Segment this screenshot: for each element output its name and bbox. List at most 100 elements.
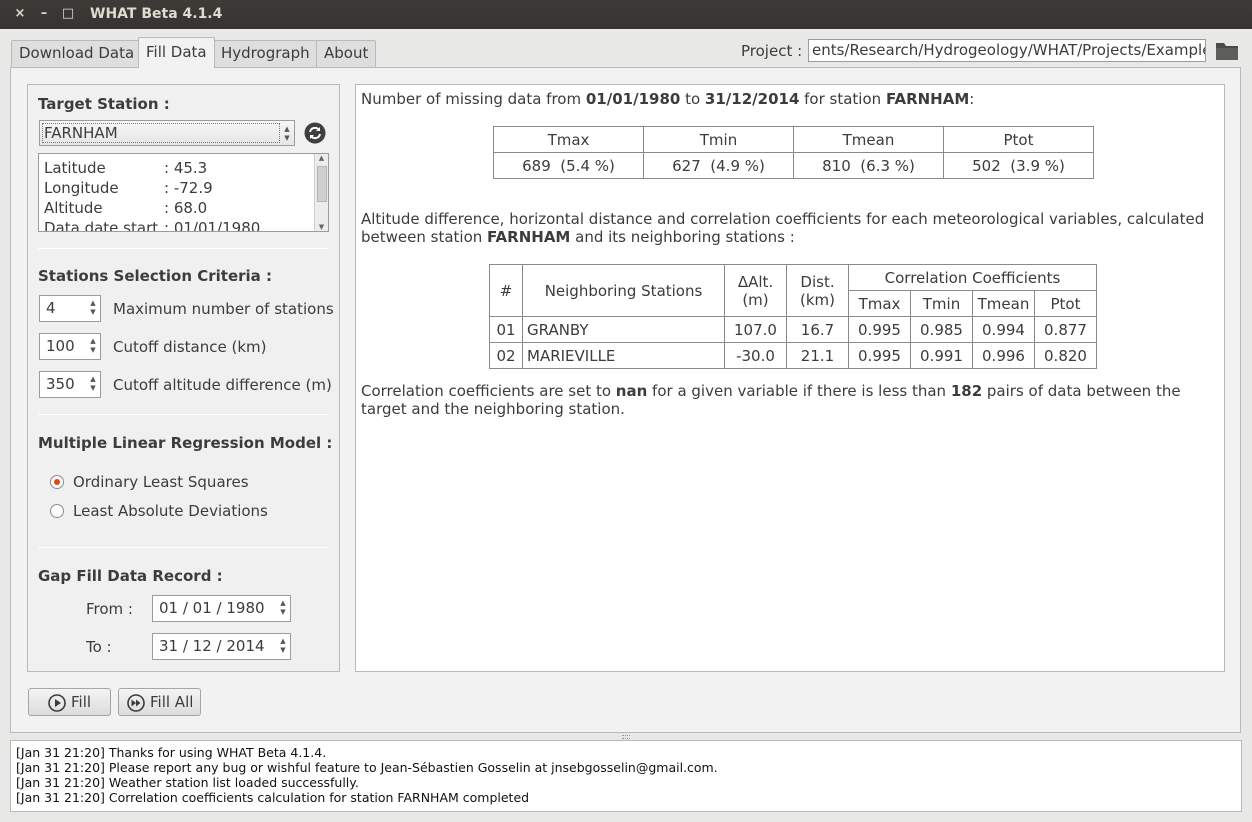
from-label: From :: [86, 600, 133, 618]
tab-about[interactable]: About: [316, 40, 377, 67]
table-cell: 502 (3.9 %): [943, 152, 1094, 179]
info-value: : 01/01/1980: [164, 219, 261, 232]
splitter-grip-icon: [622, 735, 630, 739]
log-line: [Jan 31 21:20] Thanks for using WHAT Bet…: [16, 745, 327, 760]
table-cell: 0.996: [972, 342, 1035, 369]
text-segment: for a given variable if there is less th…: [647, 382, 951, 400]
table-cell: 16.7: [786, 316, 849, 343]
lad-radio[interactable]: [50, 504, 64, 518]
spin-arrows-icon[interactable]: ▲ ▼: [88, 299, 98, 317]
lad-radio-label[interactable]: Least Absolute Deviations: [73, 502, 268, 520]
tab-hydrograph[interactable]: Hydrograph: [213, 40, 318, 67]
table-cell: 810 (6.3 %): [793, 152, 944, 179]
divider: [38, 248, 329, 249]
table-row: 02 MARIEVILLE -30.0 21.1 0.995 0.991 0.9…: [489, 342, 1097, 369]
open-project-folder-icon[interactable]: [1214, 38, 1240, 62]
fill-button[interactable]: Fill: [28, 688, 111, 716]
title-bar: × – □ WHAT Beta 4.1.4: [0, 0, 1252, 29]
table-cell: 0.985: [910, 316, 973, 343]
header-line: (m): [742, 290, 769, 309]
table-header: Dist. (km): [786, 264, 849, 317]
table-cell: 0.995: [848, 342, 911, 369]
info-key: Longitude: [44, 179, 119, 197]
scroll-thumb[interactable]: [317, 166, 327, 202]
max-stations-spinbox[interactable]: 4 ▲ ▼: [39, 295, 101, 322]
target-station-title: Target Station :: [38, 95, 170, 113]
info-key: Data date start: [44, 219, 159, 232]
tab-fill-data[interactable]: Fill Data: [138, 37, 215, 68]
table-header: Tmean: [793, 126, 944, 153]
to-date-field[interactable]: 31 / 12 / 2014 ▲ ▼: [152, 633, 291, 660]
ols-radio-label[interactable]: Ordinary Least Squares: [73, 473, 249, 491]
close-window-icon[interactable]: ×: [12, 6, 28, 22]
criteria-title: Stations Selection Criteria :: [38, 267, 273, 285]
spin-arrows-icon[interactable]: ▲ ▼: [88, 375, 98, 393]
date-value: 01 / 01 / 1980: [159, 599, 265, 617]
fill-button-label: Fill: [71, 693, 92, 711]
table-cell: 0.995: [848, 316, 911, 343]
info-value: : 68.0: [164, 199, 208, 217]
station-info-box[interactable]: Latitude : 45.3 Longitude : -72.9 Altitu…: [38, 153, 329, 232]
cutoff-altitude-label: Cutoff altitude difference (m): [113, 376, 332, 394]
altitude-description: Altitude difference, horizontal distance…: [361, 210, 1204, 246]
text-segment: pairs of data between the: [982, 382, 1181, 400]
minimize-window-icon[interactable]: –: [36, 6, 52, 22]
cutoff-distance-label: Cutoff distance (km): [113, 338, 267, 356]
date-value: 31 / 12 / 2014: [159, 637, 265, 655]
fast-forward-icon: [127, 694, 145, 712]
fill-all-button[interactable]: Fill All: [118, 688, 201, 716]
mlr-model-title: Multiple Linear Regression Model :: [38, 434, 333, 452]
table-cell: 0.877: [1034, 316, 1097, 343]
to-label: To :: [86, 638, 112, 656]
max-stations-label: Maximum number of stations: [113, 300, 334, 318]
scroll-up-icon[interactable]: ▲: [315, 154, 328, 162]
table-header: Correlation Coefficients: [848, 264, 1097, 291]
spin-arrows-icon[interactable]: ▲ ▼: [278, 637, 288, 655]
log-line: [Jan 31 21:20] Weather station list load…: [16, 775, 359, 790]
pair-count: 182: [950, 382, 983, 400]
table-header: ΔAlt. (m): [724, 264, 787, 317]
target-station-combo[interactable]: FARNHAM ▲ ▼: [39, 120, 295, 146]
log-line: [Jan 31 21:20] Please report any bug or …: [16, 760, 718, 775]
table-cell: 0.991: [910, 342, 973, 369]
cutoff-altitude-spinbox[interactable]: 350 ▲ ▼: [39, 371, 101, 398]
text-segment: Correlation coefficients are set to: [361, 382, 616, 400]
station-name: FARNHAM: [885, 90, 970, 108]
divider: [38, 414, 329, 415]
gap-fill-title: Gap Fill Data Record :: [38, 567, 223, 585]
end-date: 31/12/2014: [704, 90, 800, 108]
project-path-field[interactable]: ents/Research/Hydrogeology/WHAT/Projects…: [808, 39, 1206, 62]
table-cell: 02: [489, 342, 523, 369]
log-line: [Jan 31 21:20] Correlation coefficients …: [16, 790, 530, 805]
spin-arrows-icon[interactable]: ▲ ▼: [278, 599, 288, 617]
table-cell: 01: [489, 316, 523, 343]
cutoff-distance-spinbox[interactable]: 100 ▲ ▼: [39, 333, 101, 360]
tab-download-data[interactable]: Download Data: [11, 40, 143, 67]
from-date-field[interactable]: 01 / 01 / 1980 ▲ ▼: [152, 595, 291, 622]
neighbors-table: # Neighboring Stations ΔAlt. (m) Dist. (…: [489, 264, 1097, 369]
header-line: ΔAlt.: [737, 272, 774, 291]
header-line: (km): [799, 290, 835, 309]
table-cell: GRANBY: [522, 316, 725, 343]
table-header: Tmax: [493, 126, 644, 153]
nan-keyword: nan: [615, 382, 648, 400]
maximize-window-icon[interactable]: □: [60, 6, 76, 22]
ols-radio[interactable]: [50, 475, 64, 489]
play-icon: [48, 694, 66, 712]
refresh-icon[interactable]: [304, 122, 326, 144]
console-log[interactable]: [Jan 31 21:20] Thanks for using WHAT Bet…: [10, 740, 1242, 812]
table-cell: 0.994: [972, 316, 1035, 343]
info-key: Altitude: [44, 199, 103, 217]
table-header: #: [489, 264, 523, 317]
info-scrollbar[interactable]: ▲ ▼: [314, 154, 328, 231]
spin-value: 4: [46, 299, 56, 317]
text-segment: :: [969, 90, 975, 108]
spin-arrows-icon[interactable]: ▲ ▼: [88, 337, 98, 355]
text-segment: between station: [361, 228, 488, 246]
project-label: Project :: [741, 42, 803, 60]
start-date: 01/01/1980: [585, 90, 681, 108]
missing-data-summary: Number of missing data from 01/01/1980 t…: [361, 90, 974, 108]
info-value: : -72.9: [164, 179, 213, 197]
scroll-down-icon[interactable]: ▼: [315, 223, 328, 231]
fill-all-button-label: Fill All: [150, 693, 194, 711]
